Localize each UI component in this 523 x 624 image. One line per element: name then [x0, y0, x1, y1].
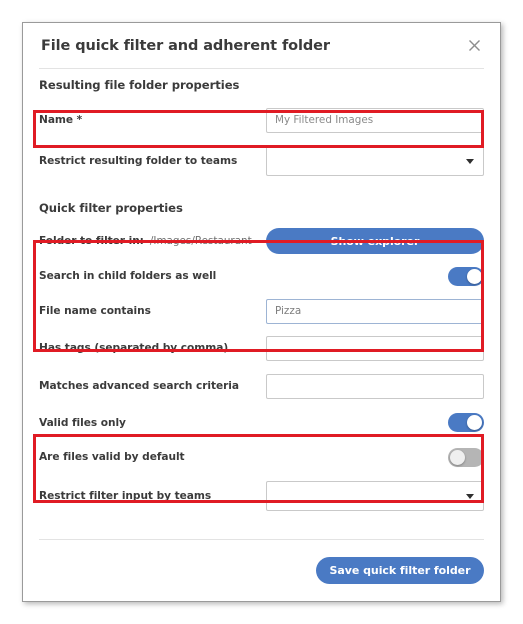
row-files-valid-by-default: Are files valid by default [39, 440, 484, 474]
toggle-knob [450, 449, 465, 465]
row-valid-files-only: Valid files only [39, 405, 484, 440]
dialog-footer: Save quick filter folder [23, 539, 500, 601]
label-search-child-folders: Search in child folders as well [39, 270, 217, 282]
restrict-resulting-folder-select[interactable] [266, 146, 484, 176]
search-child-folders-toggle[interactable] [448, 266, 484, 286]
valid-files-only-toggle[interactable] [448, 413, 484, 432]
label-valid-files-only: Valid files only [39, 416, 126, 429]
row-folder-to-filter-in: Folder to filter in: /Images/Restaurant … [39, 223, 484, 259]
file-name-contains-value: Pizza [275, 305, 302, 317]
dialog-title: File quick filter and adherent folder [41, 37, 330, 54]
save-quick-filter-folder-button[interactable]: Save quick filter folder [316, 557, 484, 584]
dialog-header: File quick filter and adherent folder [23, 23, 500, 68]
file-name-contains-input[interactable]: Pizza [266, 298, 484, 324]
row-advanced-search: Matches advanced search criteria [39, 367, 484, 405]
show-explorer-button[interactable]: Show explorer [266, 228, 484, 254]
toggle-knob [467, 268, 482, 284]
label-has-tags: Has tags (separated by comma) [39, 342, 229, 354]
label-file-name-contains: File name contains [39, 305, 151, 317]
files-valid-by-default-toggle[interactable] [448, 447, 484, 467]
row-restrict-filter-input: Restrict filter input by teams [39, 474, 484, 518]
advanced-search-input[interactable] [266, 373, 484, 399]
chevron-down-icon [466, 158, 474, 164]
close-icon[interactable] [464, 36, 484, 56]
section-heading-resulting: Resulting file folder properties [39, 78, 240, 92]
row-search-child-folders: Search in child folders as well [39, 259, 484, 293]
label-name: Name * [39, 114, 83, 126]
chevron-down-icon [466, 493, 474, 499]
folder-to-filter-in-value: /Images/Restaurant [149, 235, 252, 247]
row-name: Name * My Filtered Images [39, 101, 484, 139]
label-folder-to-filter-in: Folder to filter in: [39, 235, 144, 247]
file-quick-filter-dialog: File quick filter and adherent folder Re… [22, 22, 501, 602]
row-file-name-contains: File name contains Pizza [39, 293, 484, 329]
name-input[interactable]: My Filtered Images [266, 107, 484, 133]
row-restrict-resulting-folder: Restrict resulting folder to teams [39, 139, 484, 183]
section-heading-quickfilter: Quick filter properties [39, 201, 183, 215]
name-input-value: My Filtered Images [275, 114, 374, 126]
screenshot-root: File quick filter and adherent folder Re… [0, 0, 523, 624]
row-has-tags: Has tags (separated by comma) [39, 329, 484, 367]
restrict-filter-input-select[interactable] [266, 481, 484, 511]
label-restrict-filter-input: Restrict filter input by teams [39, 490, 212, 502]
label-files-valid-by-default: Are files valid by default [39, 451, 185, 463]
dialog-body: Resulting file folder properties Name * … [23, 69, 500, 518]
label-advanced-search: Matches advanced search criteria [39, 380, 239, 392]
toggle-knob [467, 415, 482, 430]
has-tags-input[interactable] [266, 335, 484, 361]
label-restrict-resulting-folder: Restrict resulting folder to teams [39, 155, 238, 167]
